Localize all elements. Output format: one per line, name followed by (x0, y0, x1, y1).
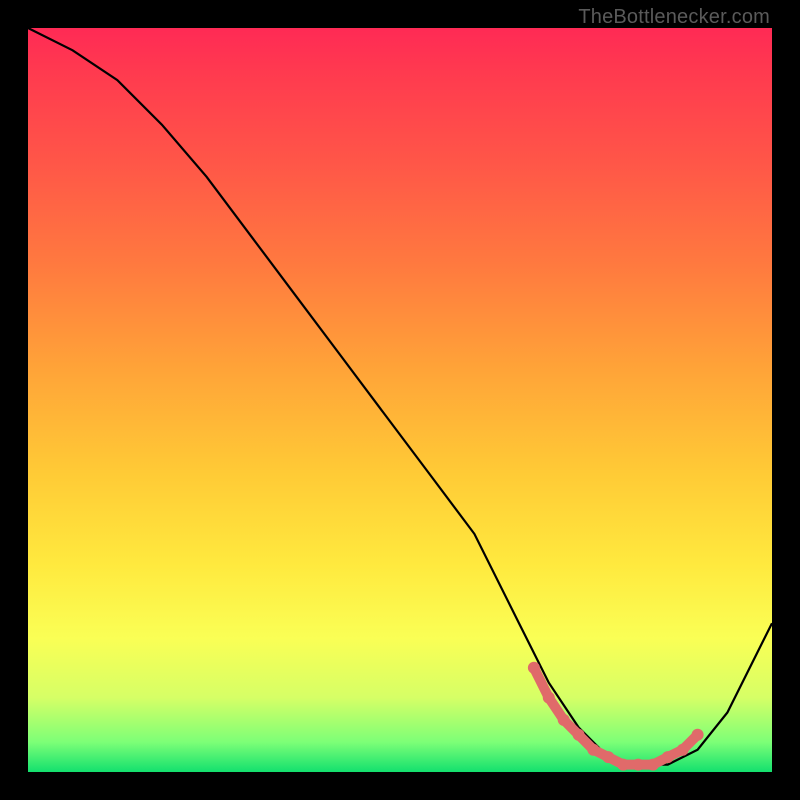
chart-svg (28, 28, 772, 772)
attribution-label: TheBottlenecker.com (578, 6, 770, 29)
chart-frame: TheBottlenecker.com (0, 0, 800, 800)
optimal-range-point (617, 759, 629, 771)
optimal-range-point (677, 744, 689, 756)
optimal-range-point (528, 662, 540, 674)
optimal-range-point (543, 692, 555, 704)
optimal-range-point (602, 751, 614, 763)
optimal-range-point (573, 729, 585, 741)
optimal-range-point (587, 744, 599, 756)
optimal-range-point (647, 759, 659, 771)
optimal-range-point (692, 729, 704, 741)
bottleneck-curve (28, 28, 772, 765)
optimal-range-point (662, 751, 674, 763)
optimal-range-point (632, 759, 644, 771)
plot-area (28, 28, 772, 772)
optimal-range-point (558, 714, 570, 726)
optimal-range-highlight (528, 662, 704, 771)
